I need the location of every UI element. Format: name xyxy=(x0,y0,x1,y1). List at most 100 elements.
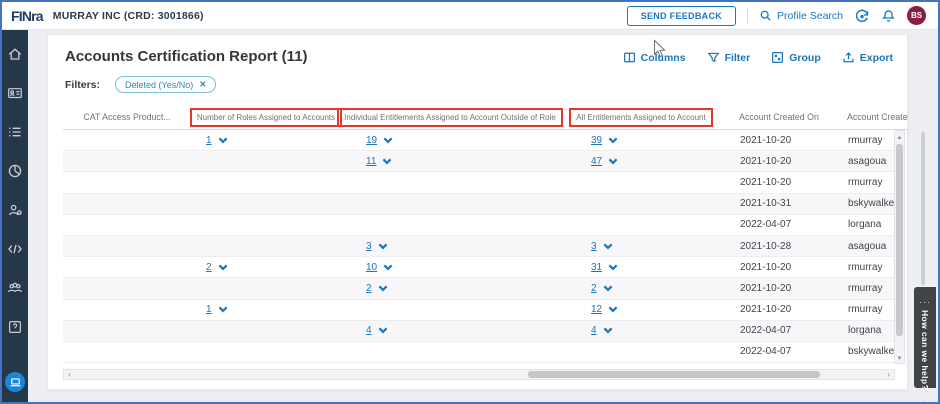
collapse-chevron-icon[interactable] xyxy=(923,390,926,404)
cell-created_by: rmurray xyxy=(835,172,896,192)
all-count-link[interactable]: 12 xyxy=(591,304,602,315)
sidebar-item-virtual-assistant[interactable] xyxy=(5,372,25,392)
individual-count-link[interactable]: 4 xyxy=(366,325,372,336)
all-count-link[interactable]: 2 xyxy=(591,283,597,294)
columns-icon xyxy=(623,51,636,64)
filter-icon xyxy=(707,51,720,64)
scroll-right-arrow-icon[interactable] xyxy=(883,370,894,379)
individual-count-link[interactable]: 10 xyxy=(366,262,377,273)
cell-cat xyxy=(63,257,191,277)
chevron-down-icon[interactable] xyxy=(382,158,392,165)
sidebar-item-user-admin[interactable] xyxy=(7,202,23,218)
sidebar-item-home[interactable] xyxy=(7,46,23,62)
sidebar-item-developer-code[interactable] xyxy=(7,241,23,257)
chevron-down-icon[interactable] xyxy=(378,285,388,292)
scroll-left-arrow-icon[interactable] xyxy=(64,370,75,379)
cell-created_on: 2021-10-20 xyxy=(723,300,835,320)
all-count-link[interactable]: 31 xyxy=(591,262,602,273)
notifications-bell-icon[interactable] xyxy=(881,8,896,24)
all-count-link[interactable]: 39 xyxy=(591,135,602,146)
cell-all xyxy=(559,342,723,362)
page-scrollbar[interactable] xyxy=(921,132,925,285)
column-header-individual[interactable]: Individual Entitlements Assigned to Acco… xyxy=(341,105,559,129)
cell-created_by: lorgana xyxy=(835,215,896,235)
horizontal-scrollbar-thumb[interactable] xyxy=(528,371,820,378)
individual-count-link[interactable]: 3 xyxy=(366,241,372,252)
cell-roles xyxy=(191,321,341,341)
column-header-roles[interactable]: Number of Roles Assigned to Accounts xyxy=(191,105,341,129)
chevron-down-icon[interactable] xyxy=(603,285,613,292)
group-button[interactable]: Group xyxy=(771,51,821,64)
help-tab[interactable]: How can we help? xyxy=(914,287,936,388)
chevron-down-icon[interactable] xyxy=(603,243,613,250)
scroll-up-arrow-icon[interactable] xyxy=(895,131,904,142)
report-table: CAT Access Product...Number of Roles Ass… xyxy=(63,105,908,363)
sidebar-item-tasks-list[interactable] xyxy=(7,124,23,140)
column-label: Account Created B xyxy=(847,112,908,122)
column-header-created_on[interactable]: Account Created On xyxy=(723,105,835,129)
chevron-down-icon[interactable] xyxy=(608,264,618,271)
table-row: 210312021-10-20rmurray xyxy=(63,257,896,278)
cell-cat xyxy=(63,151,191,171)
org-name: MURRAY INC (CRD: 3001866) xyxy=(53,10,204,22)
cell-roles: 1 xyxy=(191,130,341,150)
individual-count-link[interactable]: 2 xyxy=(366,283,372,294)
roles-count-link[interactable]: 1 xyxy=(206,304,212,315)
cell-all: 47 xyxy=(559,151,723,171)
filter-chip-deleted[interactable]: Deleted (Yes/No) xyxy=(115,76,216,93)
finra-logo[interactable]: FINra xyxy=(11,8,43,24)
cell-individual: 2 xyxy=(341,278,559,298)
cell-created_by: rmurray xyxy=(835,130,896,150)
all-count-link[interactable]: 3 xyxy=(591,241,597,252)
sidebar-item-help[interactable] xyxy=(7,319,23,335)
cell-created_by: bskywalker xyxy=(835,342,896,362)
filter-label: Filter xyxy=(725,52,751,64)
highlighted-column-label: Individual Entitlements Assigned to Acco… xyxy=(337,108,563,127)
chevron-down-icon[interactable] xyxy=(383,137,393,144)
table-row: 119392021-10-20rmurray xyxy=(63,130,896,151)
chevron-down-icon[interactable] xyxy=(608,158,618,165)
column-header-cat[interactable]: CAT Access Product... xyxy=(63,105,191,129)
chevron-down-icon[interactable] xyxy=(218,264,228,271)
cell-all xyxy=(559,172,723,192)
avatar[interactable]: BS xyxy=(907,6,926,25)
chevron-down-icon[interactable] xyxy=(383,264,393,271)
cell-cat xyxy=(63,194,191,214)
column-header-all[interactable]: All Entitlements Assigned to Account xyxy=(559,105,723,129)
cell-all: 2 xyxy=(559,278,723,298)
recently-viewed-icon[interactable] xyxy=(854,8,870,24)
individual-count-link[interactable]: 11 xyxy=(366,156,376,167)
sidebar-item-contact-card[interactable] xyxy=(7,85,23,101)
all-count-link[interactable]: 4 xyxy=(591,325,597,336)
cell-roles xyxy=(191,215,341,235)
table-vertical-scrollbar[interactable] xyxy=(894,130,905,364)
sidebar-item-user-groups[interactable] xyxy=(7,280,23,296)
chevron-down-icon[interactable] xyxy=(378,327,388,334)
chevron-down-icon[interactable] xyxy=(218,137,228,144)
send-feedback-button[interactable]: SEND FEEDBACK xyxy=(627,6,736,26)
filter-chip-label: Deleted (Yes/No) xyxy=(125,80,193,90)
roles-count-link[interactable]: 2 xyxy=(206,262,212,273)
profile-search-button[interactable]: Profile Search xyxy=(759,9,843,22)
individual-count-link[interactable]: 19 xyxy=(366,135,377,146)
filter-button[interactable]: Filter xyxy=(707,51,751,64)
chevron-down-icon[interactable] xyxy=(603,327,613,334)
chevron-down-icon[interactable] xyxy=(608,137,618,144)
cell-roles: 2 xyxy=(191,257,341,277)
chevron-down-icon[interactable] xyxy=(218,306,228,313)
export-button[interactable]: Export xyxy=(842,51,893,64)
columns-button[interactable]: Columns xyxy=(623,51,686,64)
remove-filter-icon[interactable] xyxy=(199,79,206,90)
app-window: FINra MURRAY INC (CRD: 3001866) SEND FEE… xyxy=(0,0,940,404)
table-horizontal-scrollbar[interactable] xyxy=(63,369,895,380)
export-label: Export xyxy=(860,52,893,64)
vertical-scrollbar-thumb[interactable] xyxy=(896,144,903,336)
column-header-created_by[interactable]: Account Created B xyxy=(835,105,908,129)
scroll-down-arrow-icon[interactable] xyxy=(895,352,904,363)
all-count-link[interactable]: 47 xyxy=(591,156,602,167)
cell-all: 3 xyxy=(559,236,723,256)
roles-count-link[interactable]: 1 xyxy=(206,135,212,146)
sidebar-item-reports-pie-chart[interactable] xyxy=(7,163,23,179)
chevron-down-icon[interactable] xyxy=(608,306,618,313)
chevron-down-icon[interactable] xyxy=(378,243,388,250)
